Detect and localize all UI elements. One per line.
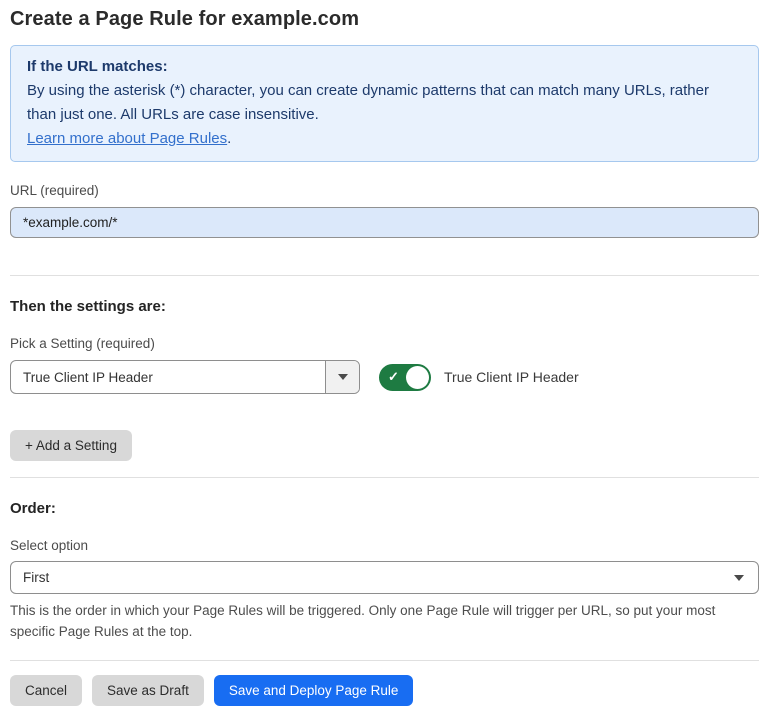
url-field-label: URL (required) (10, 183, 759, 198)
check-icon: ✓ (388, 370, 399, 383)
info-box-link-line: Learn more about Page Rules. (27, 127, 742, 151)
chevron-down-icon (734, 575, 744, 581)
toggle-label: True Client IP Header (444, 369, 579, 385)
link-suffix: . (227, 130, 231, 147)
pick-setting-label: Pick a Setting (required) (10, 336, 759, 351)
add-setting-button[interactable]: + Add a Setting (10, 430, 132, 461)
divider (10, 660, 759, 661)
learn-more-link[interactable]: Learn more about Page Rules (27, 130, 227, 147)
order-help-text: This is the order in which your Page Rul… (10, 600, 759, 642)
settings-section-heading: Then the settings are: (10, 298, 759, 315)
order-section-heading: Order: (10, 500, 759, 517)
info-box-heading: If the URL matches: (27, 55, 742, 79)
chevron-down-icon (338, 374, 348, 380)
order-select-value: First (23, 570, 49, 585)
true-client-ip-toggle[interactable]: ✓ (379, 364, 431, 391)
page-rule-form: Create a Page Rule for example.com If th… (0, 0, 769, 706)
url-match-info-box: If the URL matches: By using the asteris… (10, 45, 759, 162)
info-box-body: By using the asterisk (*) character, you… (27, 79, 742, 127)
form-actions: Cancel Save as Draft Save and Deploy Pag… (10, 675, 759, 706)
url-input[interactable] (10, 207, 759, 238)
order-select-label: Select option (10, 538, 759, 553)
page-title: Create a Page Rule for example.com (10, 8, 759, 31)
setting-picker-arrow-button[interactable] (325, 361, 359, 393)
divider (10, 275, 759, 276)
setting-row: True Client IP Header ✓ True Client IP H… (10, 360, 759, 394)
divider (10, 477, 759, 478)
cancel-button[interactable]: Cancel (10, 675, 82, 706)
order-select-dropdown[interactable]: First (10, 561, 759, 594)
toggle-knob (406, 366, 429, 389)
setting-picker-dropdown[interactable]: True Client IP Header (10, 360, 360, 394)
save-and-deploy-button[interactable]: Save and Deploy Page Rule (214, 675, 414, 706)
setting-picker-value: True Client IP Header (11, 361, 325, 393)
save-as-draft-button[interactable]: Save as Draft (92, 675, 204, 706)
